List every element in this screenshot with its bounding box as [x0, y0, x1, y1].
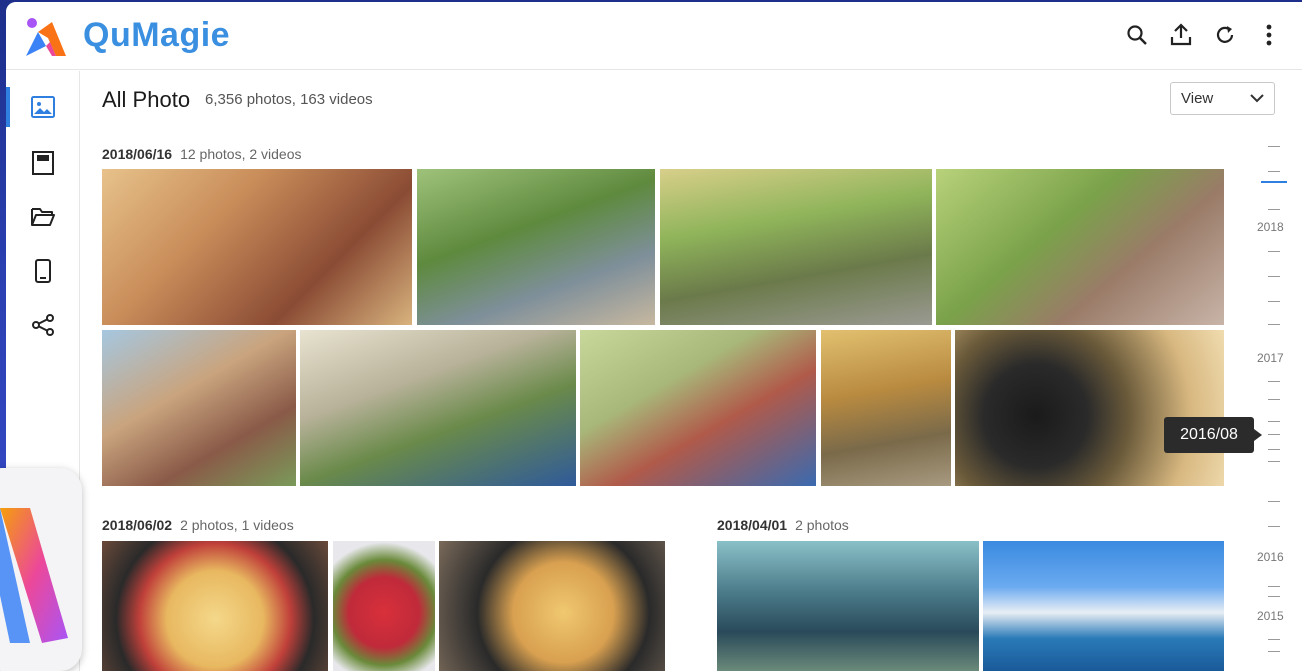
photo-thumbnail[interactable] — [821, 330, 951, 486]
timeline-tick — [1268, 639, 1280, 640]
app-window: QuMagie All Photo 6,356 photos, 163 vide… — [6, 2, 1302, 671]
album-icon — [32, 151, 54, 175]
timeline-tick — [1268, 526, 1280, 527]
timeline-tick — [1268, 651, 1280, 652]
device-icon — [35, 259, 51, 283]
main-content: All Photo 6,356 photos, 163 videos View … — [81, 71, 1302, 671]
group-header: 2018/04/01 2 photos — [717, 517, 849, 533]
photo-thumbnail[interactable] — [660, 169, 932, 325]
photo-thumbnail[interactable] — [417, 169, 655, 325]
view-dropdown[interactable]: View — [1170, 82, 1275, 115]
timeline-tick — [1268, 209, 1280, 210]
group-header: 2018/06/02 2 photos, 1 videos — [102, 517, 294, 533]
page-title: All Photo — [102, 87, 191, 112]
brand-name: QuMagie — [83, 16, 231, 54]
photo-thumbnail[interactable] — [983, 541, 1224, 671]
refresh-icon[interactable] — [1212, 22, 1238, 48]
timeline-tick — [1268, 251, 1280, 252]
sidebar-item-photos[interactable] — [6, 87, 80, 127]
timeline-tick — [1268, 461, 1280, 462]
photo-thumbnail[interactable] — [936, 169, 1224, 325]
timeline-tick — [1268, 381, 1280, 382]
photo-thumbnail[interactable] — [580, 330, 816, 486]
group-date: 2018/06/16 — [102, 146, 173, 162]
group-date: 2018/04/01 — [717, 517, 788, 533]
timeline-year[interactable]: 2017 — [1257, 351, 1284, 365]
app-logo-icon — [0, 508, 68, 643]
sidebar-item-albums[interactable] — [6, 143, 80, 183]
timeline-position-marker[interactable] — [1261, 181, 1287, 183]
group-header: 2018/06/16 12 photos, 2 videos — [102, 146, 302, 162]
timeline-tick — [1268, 586, 1280, 587]
timeline-tick — [1268, 171, 1280, 172]
photo-thumbnail[interactable] — [102, 541, 328, 671]
sidebar-item-devices[interactable] — [6, 251, 80, 291]
share-icon — [32, 314, 54, 336]
photo-thumbnail[interactable] — [102, 330, 296, 486]
sidebar-item-share[interactable] — [6, 305, 80, 345]
view-dropdown-label: View — [1181, 90, 1214, 107]
timeline-tick — [1268, 324, 1280, 325]
timeline-tick — [1268, 596, 1280, 597]
dock-app-icon[interactable] — [0, 468, 82, 671]
timeline-scrubber[interactable]: 2018 2017 2016 2015 — [1251, 131, 1301, 671]
timeline-year[interactable]: 2016 — [1257, 550, 1284, 564]
timeline-tick — [1268, 434, 1280, 435]
timeline-tick — [1268, 301, 1280, 302]
photo-count: 6,356 photos, 163 videos — [205, 91, 373, 108]
timeline-tick — [1268, 146, 1280, 147]
timeline-tick — [1268, 449, 1280, 450]
timeline-tooltip: 2016/08 — [1164, 417, 1262, 453]
timeline-tick — [1268, 276, 1280, 277]
folder-icon — [31, 208, 55, 226]
photos-icon — [31, 96, 55, 118]
photo-thumbnail[interactable] — [300, 330, 576, 486]
timeline-tick — [1268, 421, 1280, 422]
photo-thumbnail[interactable] — [439, 541, 665, 671]
timeline-year[interactable]: 2018 — [1257, 220, 1284, 234]
timeline-tick — [1268, 399, 1280, 400]
group-date: 2018/06/02 — [102, 517, 173, 533]
sidebar-item-folders[interactable] — [6, 197, 80, 237]
group-count: 12 photos, 2 videos — [180, 146, 302, 162]
photo-thumbnail[interactable] — [333, 541, 435, 671]
group-count: 2 photos — [795, 517, 849, 533]
more-vertical-icon[interactable] — [1256, 22, 1282, 48]
search-icon[interactable] — [1124, 22, 1150, 48]
top-bar: QuMagie — [6, 2, 1302, 70]
photo-thumbnail[interactable] — [717, 541, 979, 671]
photo-thumbnail[interactable] — [955, 330, 1224, 486]
photo-thumbnail[interactable] — [102, 169, 412, 325]
timeline-tick — [1268, 501, 1280, 502]
upload-icon[interactable] — [1168, 22, 1194, 48]
qumagie-logo — [26, 18, 66, 56]
group-count: 2 photos, 1 videos — [180, 517, 294, 533]
timeline-year[interactable]: 2015 — [1257, 609, 1284, 623]
chevron-down-icon — [1250, 94, 1264, 103]
